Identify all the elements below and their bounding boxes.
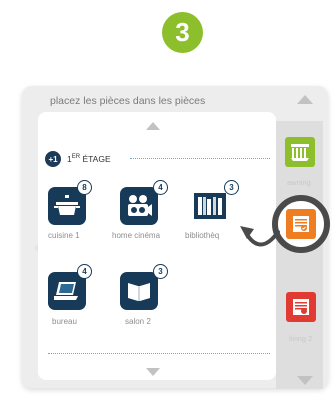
drag-arrow-icon: [240, 226, 280, 247]
